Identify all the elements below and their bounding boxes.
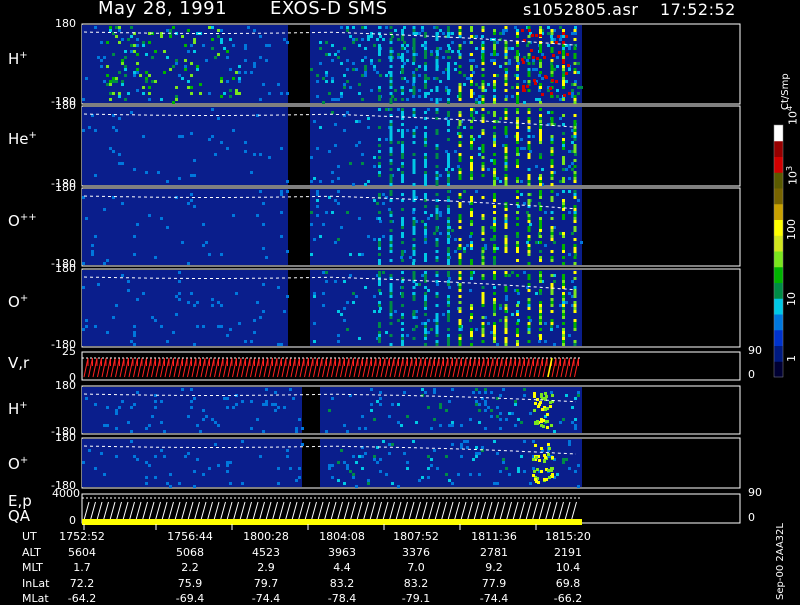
orbit-row-label-1: ALT — [22, 545, 41, 559]
orbit-cell: 69.8 — [555, 576, 581, 590]
panel-rmin-4: 0 — [748, 368, 755, 381]
orbit-cell: 4523 — [252, 545, 280, 559]
panel-ep-traces — [82, 497, 582, 525]
orbit-cell: 83.2 — [329, 576, 355, 590]
panel-rmin-7: 0 — [748, 511, 755, 524]
panel-ymin-7: 0 — [69, 514, 76, 527]
orbit-cell: 1756:44 — [167, 530, 213, 543]
panel-label-2: O++ — [8, 212, 37, 230]
orbit-cell: -69.4 — [175, 592, 205, 605]
orbit-cell: 1.7 — [73, 561, 91, 574]
orbit-cell: 3376 — [402, 545, 430, 559]
orbit-cell: 77.9 — [481, 576, 507, 590]
colorbar-unit: Ct/Smp — [780, 73, 791, 110]
orbit-cell: 83.2 — [403, 576, 429, 590]
orbit-cell: 10.4 — [555, 561, 581, 574]
orbit-cell: 2781 — [480, 545, 508, 559]
orbit-cell: -74.4 — [479, 592, 509, 605]
orbit-cell: 2.2 — [181, 561, 199, 574]
colorbar — [773, 124, 784, 378]
panel-3-pixels — [82, 270, 582, 346]
orbit-cell: -74.4 — [251, 592, 281, 605]
orbit-cell: 79.7 — [253, 576, 279, 590]
panel-label-3: O+ — [8, 293, 29, 311]
colorbar-tick-3: 103 — [785, 165, 800, 185]
panel-ymax-6: 180 — [55, 431, 76, 444]
orbit-cell: 5604 — [68, 545, 96, 559]
panel-ymax-2: 180 — [55, 181, 76, 194]
plot-time: 17:52:52 — [660, 0, 736, 19]
plot-date: May 28, 1991 — [98, 0, 228, 19]
orbit-row-label-2: MLT — [22, 561, 43, 574]
orbit-cell: -66.2 — [553, 592, 583, 605]
orbit-cell: 5068 — [176, 545, 204, 559]
panel-rmax-7: 90 — [748, 486, 762, 499]
panel-2-pixels — [82, 189, 583, 265]
panel-ymax-1: 180 — [55, 99, 76, 112]
panel-vr-traces — [82, 357, 582, 378]
panel-ymax-5: 180 — [55, 379, 76, 392]
orbit-cell: 1811:36 — [471, 530, 517, 543]
panel-ymax-4: 25 — [62, 345, 76, 358]
orbit-cell: -79.1 — [401, 592, 431, 605]
panel-label-6: O+ — [8, 455, 29, 473]
panel-0-pixels — [82, 25, 583, 104]
orbit-cell: 9.2 — [485, 561, 503, 574]
panel-rmax-4: 90 — [748, 344, 762, 357]
orbit-cell: -64.2 — [67, 592, 97, 605]
orbit-cell: 1807:52 — [393, 530, 439, 543]
panel-label-5: H+ — [8, 400, 28, 418]
orbit-cell: 7.0 — [407, 561, 425, 574]
colorbar-tick-1: 10 — [785, 292, 798, 306]
panel-label-0: H+ — [8, 50, 28, 68]
panel-5-pixels — [82, 387, 582, 433]
orbit-cell: 1804:08 — [319, 530, 365, 543]
panel-1-pixels — [82, 107, 582, 186]
orbit-row-label-4: MLat — [22, 592, 49, 605]
orbit-cell: 1800:28 — [243, 530, 289, 543]
panel-ymax-7: 4000 — [52, 487, 80, 500]
orbit-cell: 2.9 — [257, 561, 275, 574]
orbit-cell: 1815:20 — [545, 530, 591, 543]
plot-file: s1052805.asr — [523, 0, 639, 19]
sidebar-code: Sep-00 2AA32L — [775, 523, 786, 600]
plot-instrument: EXOS-D SMS — [270, 0, 388, 19]
orbit-cell: 4.4 — [333, 561, 351, 574]
colorbar-tick-2: 100 — [785, 219, 798, 240]
orbit-cell: 1752:52 — [59, 530, 105, 543]
orbit-cell: 72.2 — [69, 576, 95, 590]
orbit-row-label-3: InLat — [22, 576, 50, 590]
panel-label-4: V,r — [8, 354, 30, 372]
panel-ymax-0: 180 — [55, 17, 76, 30]
orbit-cell: 3963 — [328, 545, 356, 559]
panel-ymax-3: 180 — [55, 262, 76, 275]
qa-bar — [82, 519, 582, 525]
qa-label: QA — [8, 507, 31, 525]
panel-6-pixels — [82, 439, 582, 488]
orbit-cell: 2191 — [554, 545, 582, 559]
panel-label-1: He+ — [8, 130, 37, 148]
colorbar-tick-0: 1 — [785, 355, 798, 362]
spectrogram-plot — [81, 23, 784, 530]
orbit-row-label-0: UT — [22, 530, 37, 543]
orbit-cell: 75.9 — [177, 576, 203, 590]
orbit-cell: -78.4 — [327, 592, 357, 605]
